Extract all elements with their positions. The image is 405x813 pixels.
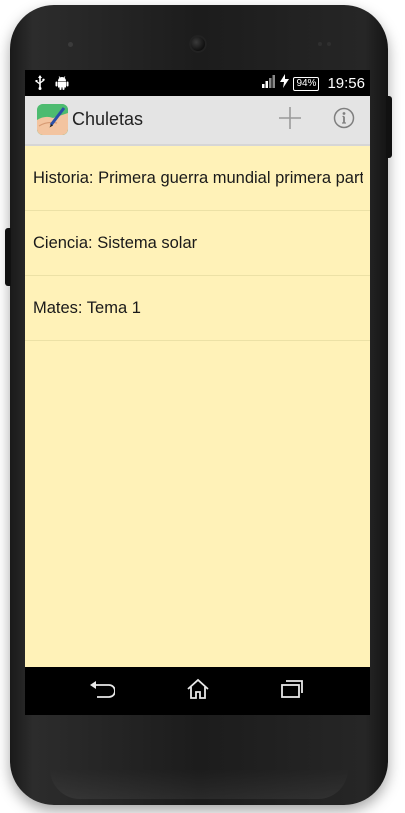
back-button[interactable] <box>87 677 117 705</box>
front-camera <box>189 35 207 53</box>
navigation-bar <box>25 667 370 715</box>
home-button[interactable] <box>183 677 213 705</box>
signal-icon <box>262 74 276 93</box>
recents-icon <box>280 679 304 704</box>
action-bar: Chuletas <box>25 96 370 146</box>
charging-icon <box>280 74 290 93</box>
add-button[interactable] <box>274 104 306 136</box>
usb-icon <box>35 75 45 95</box>
phone-bottom-shade <box>50 769 348 799</box>
info-icon <box>333 107 355 134</box>
add-icon <box>278 106 302 135</box>
clock: 19:56 <box>327 75 365 92</box>
list-item-label: Historia: Primera guerra mundial primera… <box>33 168 363 187</box>
app-icon[interactable] <box>37 104 68 135</box>
info-button[interactable] <box>328 104 360 136</box>
list-item[interactable]: Ciencia: Sistema solar <box>25 211 370 276</box>
home-icon <box>186 678 210 705</box>
light-sensor-2 <box>327 42 331 46</box>
android-icon <box>55 75 69 95</box>
list-item-label: Ciencia: Sistema solar <box>33 233 198 252</box>
notes-list: Historia: Primera guerra mundial primera… <box>25 146 370 667</box>
list-item[interactable]: Historia: Primera guerra mundial primera… <box>25 146 370 211</box>
status-bar: 94% 19:56 <box>25 70 370 96</box>
light-sensor <box>318 42 322 46</box>
volume-button <box>5 228 11 286</box>
power-button <box>386 96 392 158</box>
screen: 94% 19:56 Chuletas Historia: Primera gue… <box>25 70 370 715</box>
list-item-label: Mates: Tema 1 <box>33 298 141 317</box>
list-item[interactable]: Mates: Tema 1 <box>25 276 370 341</box>
proximity-sensor <box>68 42 73 47</box>
recents-button[interactable] <box>277 677 307 705</box>
battery-indicator: 94% <box>293 76 320 91</box>
back-icon <box>89 679 116 704</box>
app-title: Chuletas <box>72 109 144 129</box>
